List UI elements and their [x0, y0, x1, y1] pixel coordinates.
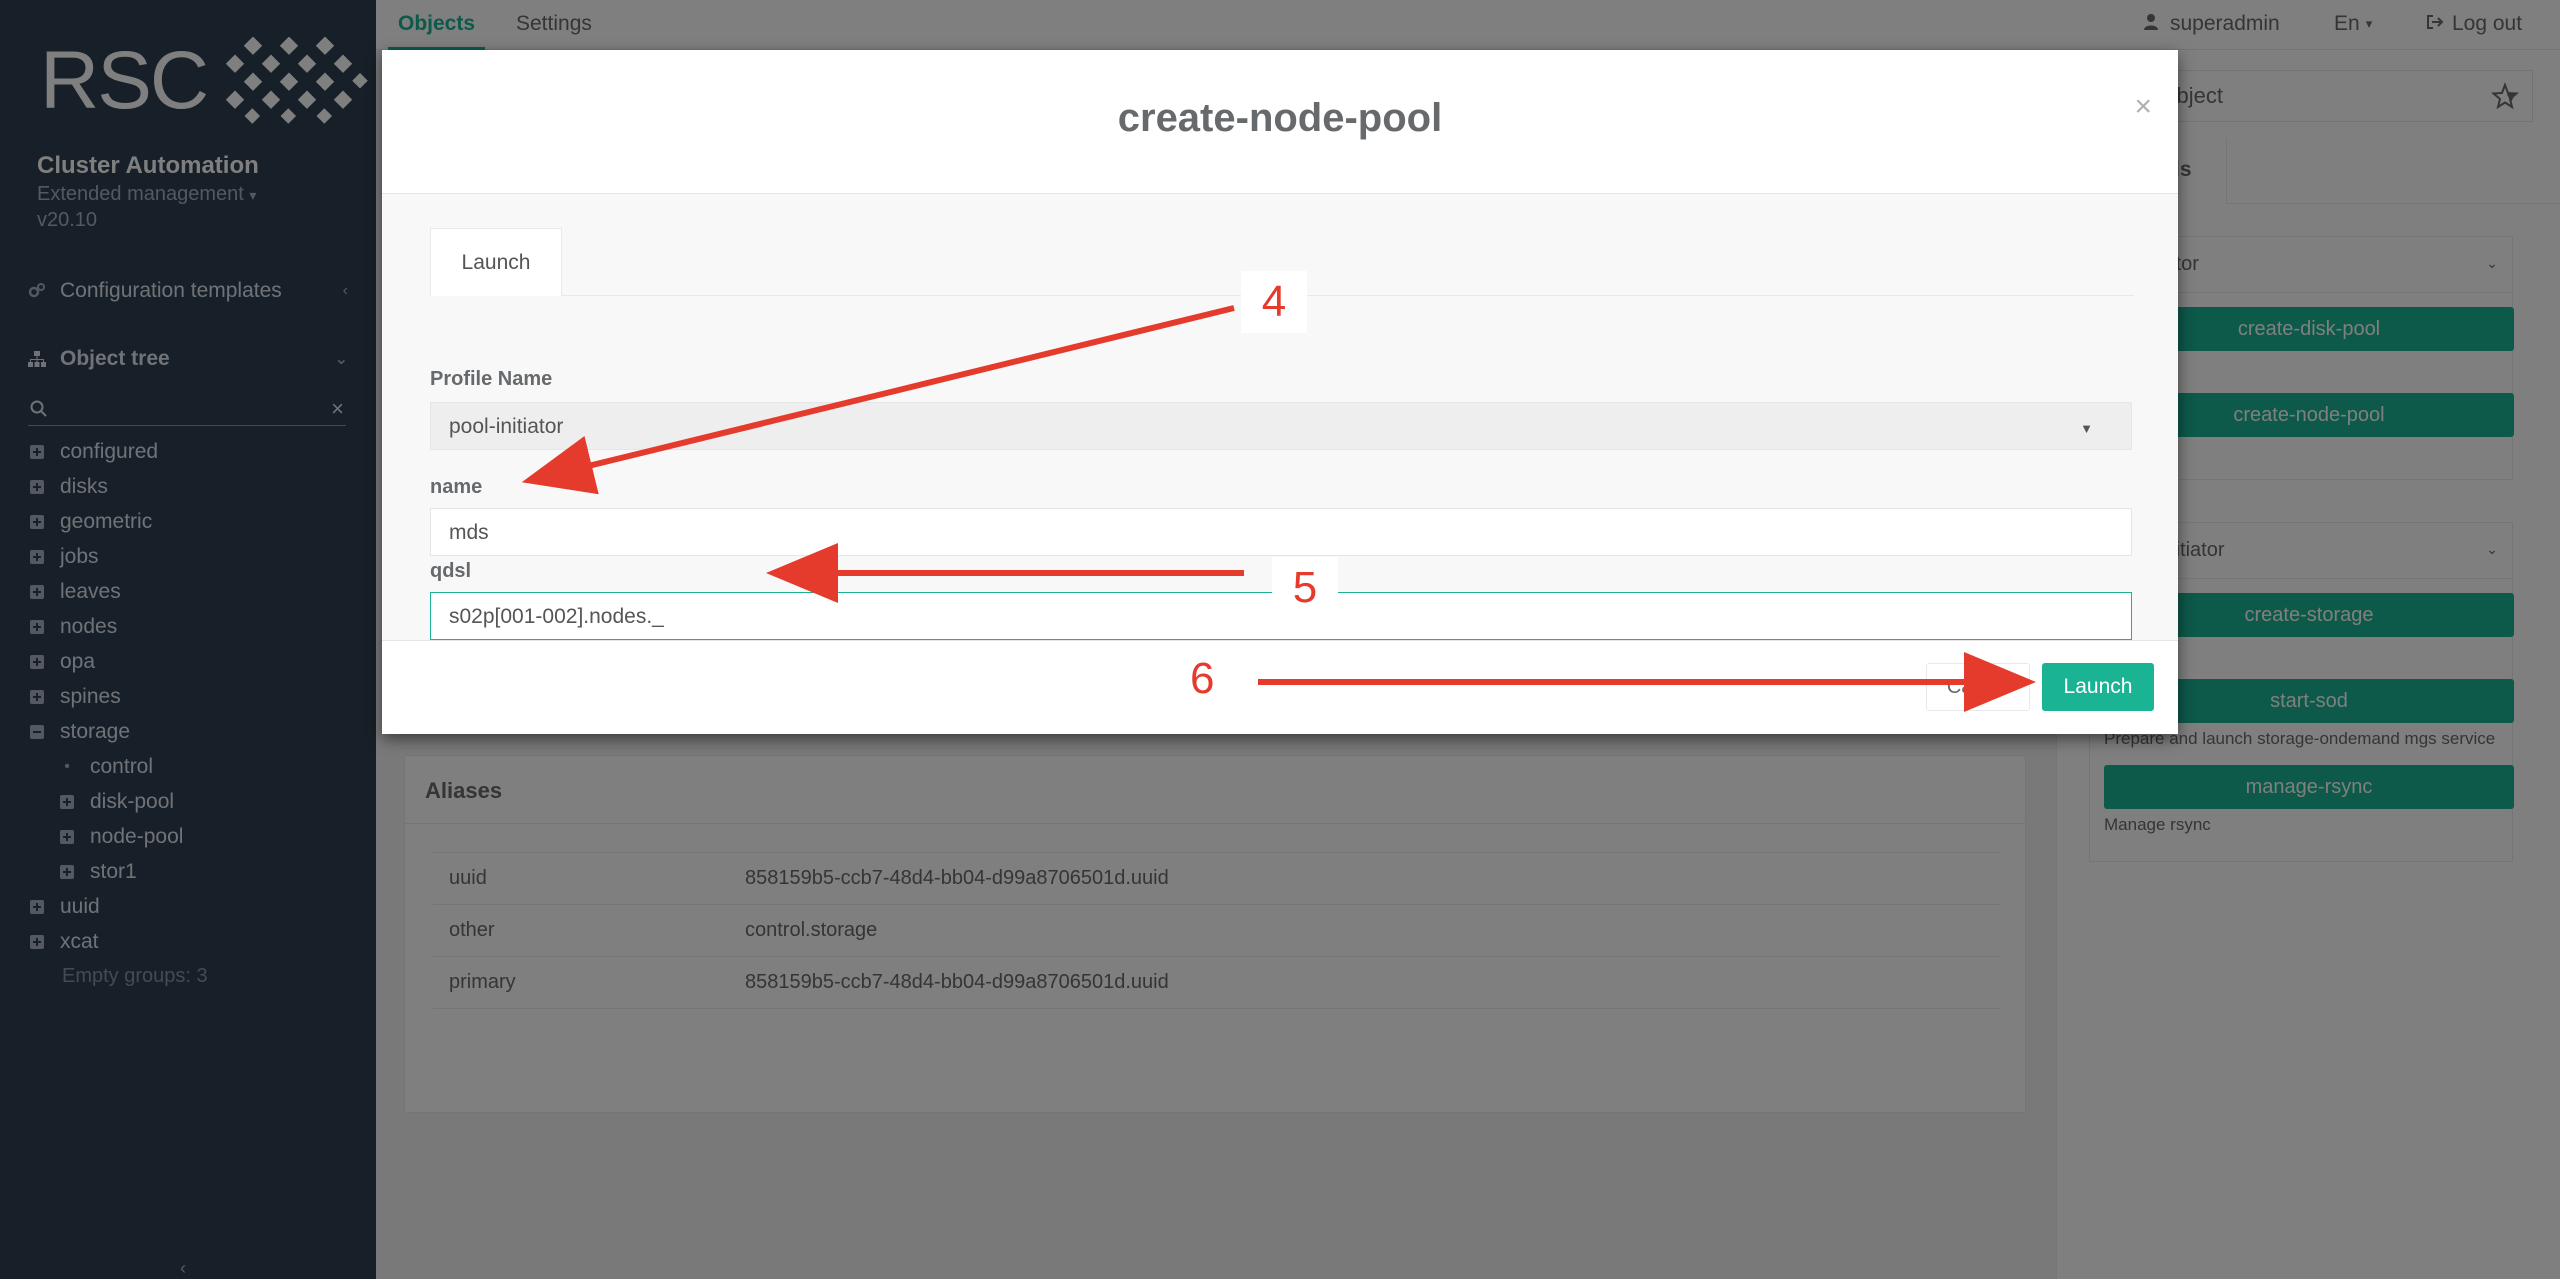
create-node-pool-modal: create-node-pool × Launch Profile Name p…	[382, 50, 2178, 734]
modal-header: create-node-pool ×	[382, 50, 2178, 194]
profile-name-value: pool-initiator	[449, 415, 564, 438]
close-icon[interactable]: ×	[2134, 90, 2152, 124]
profile-name-select[interactable]: pool-initiator ▼	[430, 402, 2132, 450]
qdsl-label: qdsl	[430, 560, 472, 582]
name-field[interactable]: mds	[430, 508, 2132, 556]
tab-launch[interactable]: Launch	[430, 228, 562, 296]
modal-footer: Cancel Launch	[382, 640, 2178, 734]
caret-down-icon: ▼	[2080, 421, 2093, 436]
qdsl-field-value: s02p[001-002].nodes._	[449, 605, 664, 628]
name-field-value: mds	[449, 521, 489, 544]
annotation-step-5: 5	[1272, 557, 1338, 619]
modal-title: create-node-pool	[1117, 96, 1443, 140]
launch-button[interactable]: Launch	[2042, 663, 2154, 711]
tab-divider	[562, 295, 2134, 296]
name-label: name	[430, 476, 483, 498]
cancel-button[interactable]: Cancel	[1926, 663, 2030, 711]
profile-name-label: Profile Name	[430, 368, 553, 390]
annotation-step-6: 6	[1190, 654, 1215, 703]
annotation-step-4: 4	[1241, 271, 1307, 333]
